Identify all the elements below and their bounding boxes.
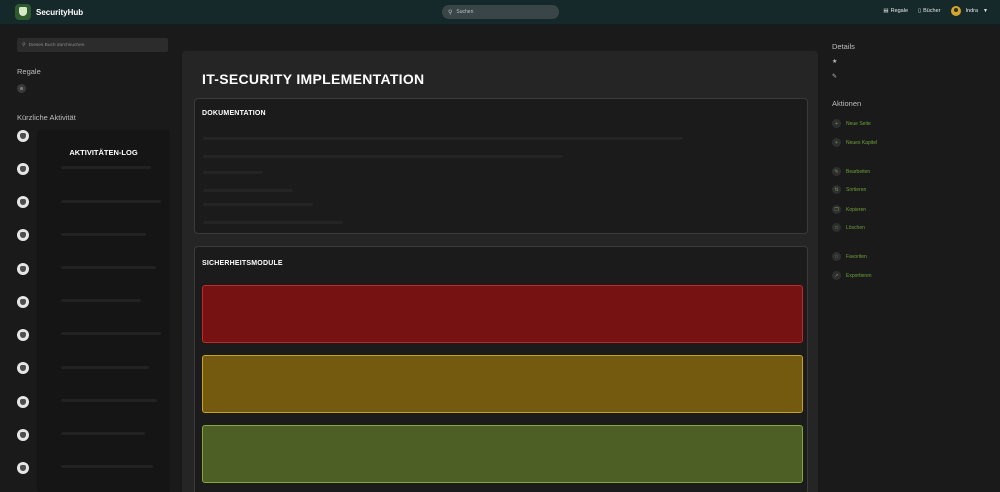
global-search[interactable]: ⚲	[442, 5, 559, 19]
module-critical[interactable]	[202, 285, 803, 343]
book-search[interactable]: ⚲	[17, 38, 168, 52]
action-label: Sortieren	[846, 186, 867, 193]
text-placeholder	[203, 171, 263, 174]
nav-shelves-label: Regale	[890, 8, 909, 14]
activity-entry-placeholder	[61, 332, 161, 335]
recent-activity-heading: Kürzliche Aktivität	[17, 113, 76, 122]
global-search-input[interactable]	[456, 9, 547, 15]
trash-icon: □	[832, 223, 841, 232]
activity-log-title: AKTIVITÄTEN-LOG	[69, 148, 138, 157]
documentation-card: DOKUMENTATION	[194, 98, 808, 234]
text-placeholder	[203, 203, 313, 206]
book-icon: ▯	[918, 8, 922, 14]
activity-avatar[interactable]	[17, 429, 29, 441]
copy-icon: ❐	[832, 205, 841, 214]
activity-avatar[interactable]	[17, 462, 29, 474]
shelf-icon[interactable]	[17, 84, 26, 93]
star-icon[interactable]: ★	[832, 58, 837, 65]
shelves-heading: Regale	[17, 67, 41, 76]
action-favorites[interactable]: ☆ Favoriten	[832, 252, 867, 261]
action-label: Löschen	[846, 224, 865, 231]
action-label: Favoriten	[846, 253, 867, 260]
nav-shelves-link[interactable]: ▤ Regale	[883, 8, 908, 14]
action-label: Kopieren	[846, 206, 867, 213]
action-label: Neues Kapitel	[846, 139, 878, 146]
app-name: SecurityHub	[36, 7, 84, 17]
activity-avatar[interactable]	[17, 229, 29, 241]
sort-icon: ⇅	[832, 185, 841, 194]
nav-books-link[interactable]: ▯ Bücher	[918, 8, 940, 14]
activity-entry-placeholder	[61, 200, 161, 203]
documentation-heading: DOKUMENTATION	[202, 110, 266, 117]
security-modules-heading: SICHERHEITSMODULE	[202, 260, 283, 267]
action-edit[interactable]: ✎ Bearbeiten	[832, 167, 870, 176]
activity-entry-placeholder	[61, 465, 153, 468]
activity-entry-placeholder	[61, 399, 157, 402]
left-sidebar: ⚲ Regale Kürzliche Aktivität	[17, 38, 169, 122]
shield-logo-icon	[15, 4, 31, 20]
action-label: Exportieren	[846, 272, 872, 279]
search-icon: ⚲	[448, 9, 453, 16]
user-menu[interactable]: Indra ▼	[950, 6, 988, 16]
module-ok[interactable]	[202, 425, 803, 483]
actions-heading: Aktionen	[832, 99, 862, 108]
action-label: Neue Seite	[846, 120, 871, 127]
activity-avatar[interactable]	[17, 396, 29, 408]
action-new-chapter[interactable]: + Neues Kapitel	[832, 138, 877, 147]
text-placeholder	[203, 189, 293, 192]
activity-avatar[interactable]	[17, 362, 29, 374]
text-placeholder	[203, 221, 343, 224]
chevron-down-icon: ▼	[983, 8, 988, 14]
action-export[interactable]: ↗ Exportieren	[832, 271, 872, 280]
security-modules-card: SICHERHEITSMODULE	[194, 246, 808, 492]
activity-avatar[interactable]	[17, 130, 29, 142]
pencil-icon[interactable]: ✎	[832, 73, 837, 80]
plus-icon: +	[832, 138, 841, 147]
top-bar: SecurityHub ⚲ ▤ Regale ▯ Bücher Indra ▼	[0, 0, 1000, 25]
activity-avatar[interactable]	[17, 163, 29, 175]
activity-entry-placeholder	[61, 299, 141, 302]
activity-entry-placeholder	[61, 366, 149, 369]
action-delete[interactable]: □ Löschen	[832, 223, 865, 232]
action-copy[interactable]: ❐ Kopieren	[832, 205, 866, 214]
nav-books-label: Bücher	[923, 8, 941, 14]
main-content: IT-SECURITY IMPLEMENTATION DOKUMENTATION…	[182, 51, 818, 492]
activity-avatar[interactable]	[17, 329, 29, 341]
activity-entry-placeholder	[61, 233, 146, 236]
activity-entry-placeholder	[61, 432, 145, 435]
app-logo[interactable]: SecurityHub	[15, 4, 83, 20]
activity-log-panel: AKTIVITÄTEN-LOG	[37, 130, 170, 492]
book-search-input[interactable]	[28, 42, 159, 48]
page-title: IT-SECURITY IMPLEMENTATION	[202, 71, 425, 87]
plus-icon: +	[832, 119, 841, 128]
action-new-page[interactable]: + Neue Seite	[832, 119, 871, 128]
pencil-icon: ✎	[832, 167, 841, 176]
activity-entry-placeholder	[61, 166, 151, 169]
module-warning[interactable]	[202, 355, 803, 413]
activity-avatar[interactable]	[17, 296, 29, 308]
star-icon: ☆	[832, 252, 841, 261]
export-icon: ↗	[832, 271, 841, 280]
user-name: Indra	[965, 8, 979, 14]
activity-avatar[interactable]	[17, 263, 29, 275]
header-nav: ▤ Regale ▯ Bücher Indra ▼	[883, 6, 988, 16]
text-placeholder	[203, 155, 563, 158]
shelves-icon: ▤	[883, 8, 889, 14]
search-icon: ⚲	[22, 42, 26, 48]
activity-avatar[interactable]	[17, 196, 29, 208]
details-heading: Details	[832, 42, 855, 51]
action-label: Bearbeiten	[846, 168, 871, 175]
avatar	[950, 6, 961, 16]
text-placeholder	[203, 137, 683, 140]
action-sort[interactable]: ⇅ Sortieren	[832, 185, 866, 194]
activity-entry-placeholder	[61, 266, 156, 269]
